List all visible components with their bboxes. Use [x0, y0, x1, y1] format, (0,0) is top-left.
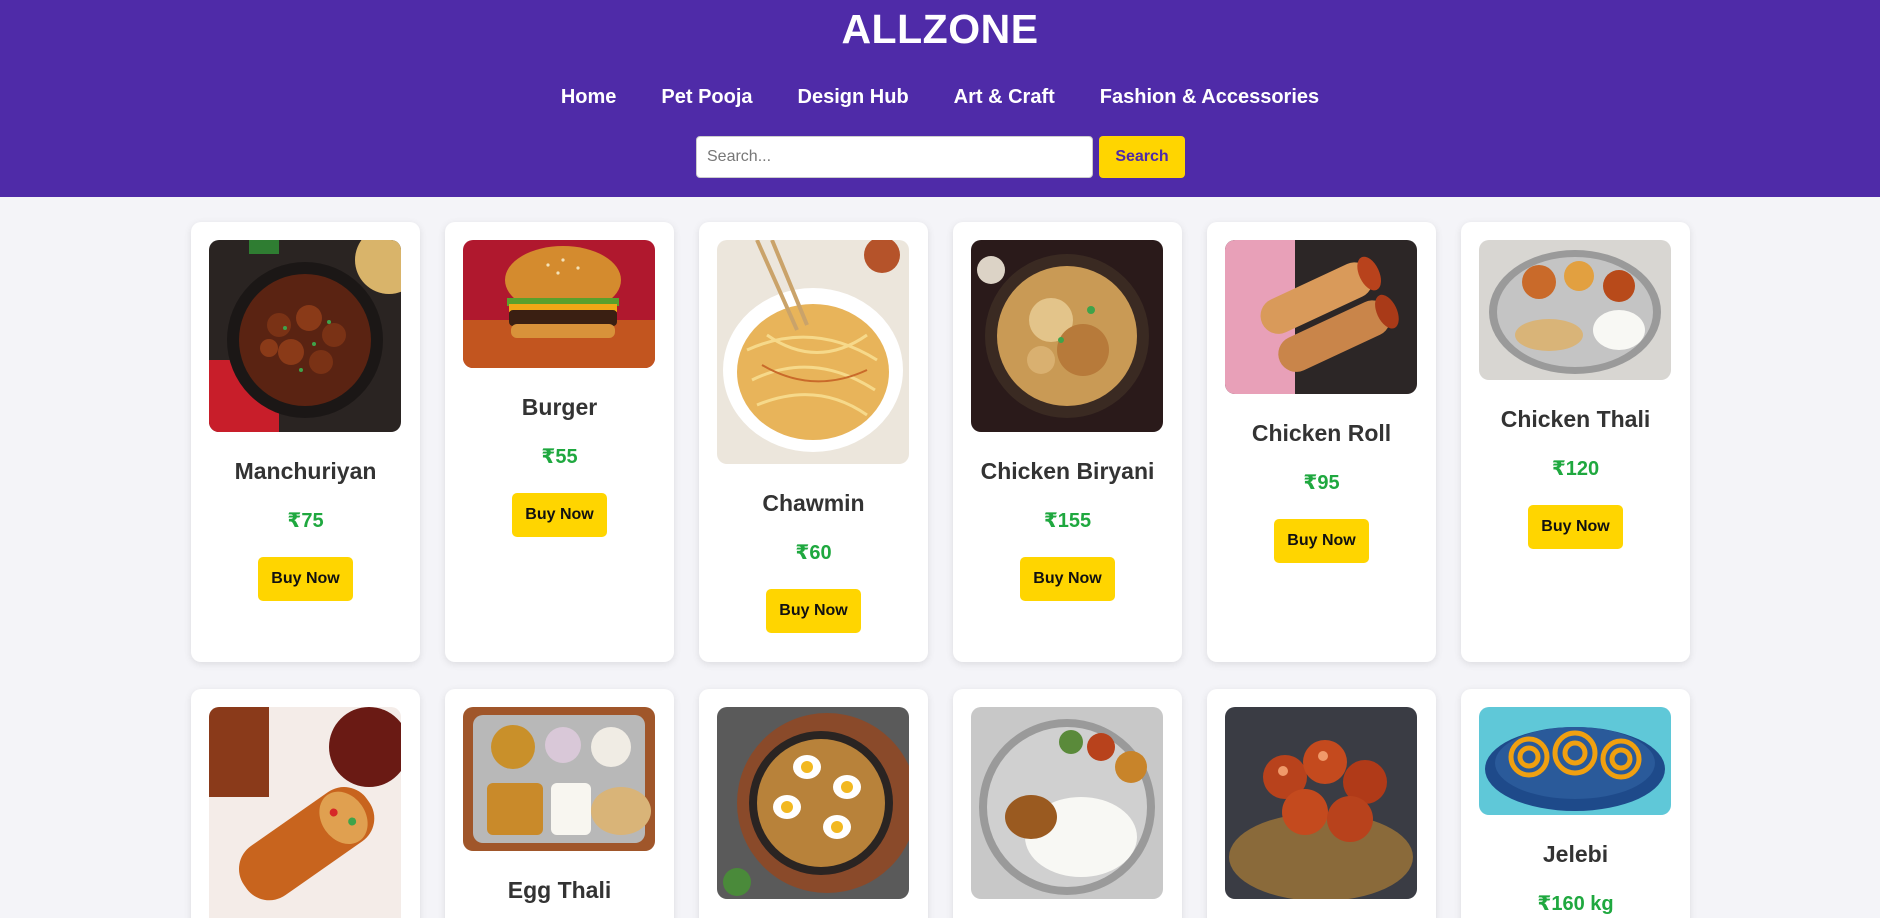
product-name: Chicken Thali: [1500, 406, 1651, 432]
product-card-chicken-biryani: Chicken Biryani ₹155 Buy Now: [953, 222, 1182, 662]
egg-biryani-image: [717, 707, 909, 899]
product-card-manchuriyan: Manchuriyan ₹75 Buy Now: [191, 222, 420, 662]
buy-now-button[interactable]: Buy Now: [1020, 557, 1115, 601]
product-card-chawmin: Chawmin ₹60 Buy Now: [699, 222, 928, 662]
manchurian-image: [209, 240, 401, 432]
product-price: ₹75: [287, 510, 324, 532]
fish-thali-image: [971, 707, 1163, 899]
product-card-chicken-roll: Chicken Roll ₹95 Buy Now: [1207, 222, 1436, 662]
product-card-gulab-jamun: [1207, 689, 1436, 918]
product-name: Egg Thali: [507, 877, 612, 903]
product-name: Manchuriyan: [234, 458, 377, 484]
nav-art-craft[interactable]: Art & Craft: [954, 86, 1055, 109]
product-card-roll: [191, 689, 420, 918]
site-title: ALLZONE: [841, 6, 1039, 52]
product-card-chicken-thali: Chicken Thali ₹120 Buy Now: [1461, 222, 1690, 662]
egg-thali-image: [463, 707, 655, 851]
chowmein-image: [717, 240, 909, 464]
product-price: ₹95: [1303, 472, 1340, 494]
main-nav: Home Pet Pooja Design Hub Art & Craft Fa…: [0, 86, 1880, 109]
nav-home[interactable]: Home: [561, 86, 617, 109]
search-input[interactable]: [696, 136, 1093, 178]
buy-now-button[interactable]: Buy Now: [512, 493, 607, 537]
product-name: Chawmin: [762, 490, 865, 516]
roll-image: [209, 707, 401, 918]
product-card-egg-thali: Egg Thali: [445, 689, 674, 918]
product-name: Jelebi: [1542, 841, 1609, 867]
product-card-egg-biryani: [699, 689, 928, 918]
gulab-jamun-image: [1225, 707, 1417, 899]
product-price: ₹60: [795, 542, 832, 564]
product-name: Chicken Roll: [1251, 420, 1392, 446]
chicken-thali-image: [1479, 240, 1671, 380]
product-name: Burger: [521, 394, 598, 420]
product-price: ₹160 kg: [1537, 893, 1614, 915]
buy-now-button[interactable]: Buy Now: [1274, 519, 1369, 563]
nav-fashion-accessories[interactable]: Fashion & Accessories: [1100, 86, 1319, 109]
product-name: Chicken Biryani: [980, 458, 1155, 484]
buy-now-button[interactable]: Buy Now: [258, 557, 353, 601]
nav-pet-pooja[interactable]: Pet Pooja: [661, 86, 752, 109]
product-price: ₹55: [541, 446, 578, 468]
jalebi-image: [1479, 707, 1671, 815]
burger-image: [463, 240, 655, 368]
chicken-roll-image: [1225, 240, 1417, 394]
nav-design-hub[interactable]: Design Hub: [798, 86, 909, 109]
buy-now-button[interactable]: Buy Now: [766, 589, 861, 633]
product-price: ₹120: [1551, 458, 1600, 480]
product-price: ₹155: [1043, 510, 1092, 532]
search-bar: Search: [696, 136, 1185, 178]
product-card-burger: Burger ₹55 Buy Now: [445, 222, 674, 662]
product-card-fish-thali: [953, 689, 1182, 918]
site-header: ALLZONE Home Pet Pooja Design Hub Art & …: [0, 0, 1880, 197]
biryani-image: [971, 240, 1163, 432]
buy-now-button[interactable]: Buy Now: [1528, 505, 1623, 549]
product-card-jelebi: Jelebi ₹160 kg: [1461, 689, 1690, 918]
search-button[interactable]: Search: [1099, 136, 1185, 178]
